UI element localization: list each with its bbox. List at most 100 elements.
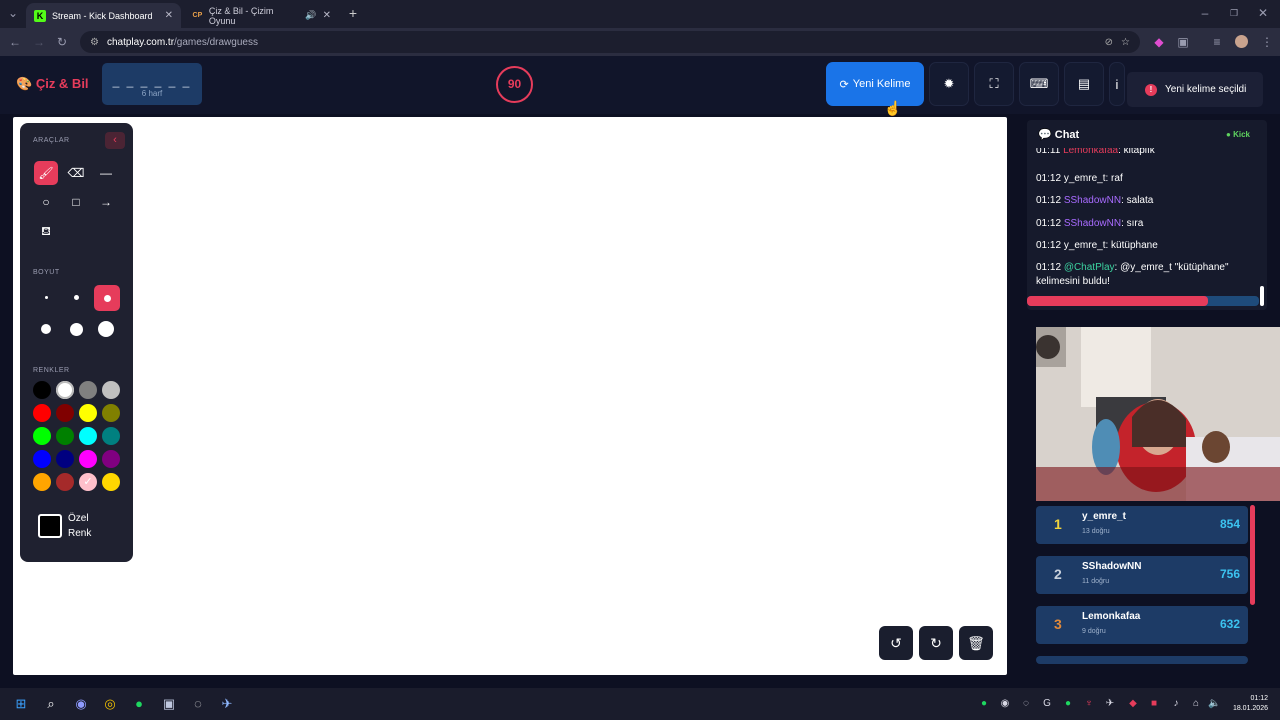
extensions-puzzle-icon[interactable]: ▣ bbox=[1174, 33, 1192, 51]
window-close-icon[interactable]: ✕ bbox=[1254, 4, 1272, 22]
tab-ciz-bil[interactable]: CP Çiz & Bil - Çizim Oyunu 🔊 ✕ bbox=[184, 3, 339, 28]
forward-icon[interactable]: → bbox=[30, 33, 48, 51]
back-icon[interactable]: ← bbox=[6, 33, 24, 51]
bookmark-star-icon[interactable]: ☆ bbox=[1121, 37, 1130, 48]
close-tab-icon[interactable]: ✕ bbox=[165, 10, 173, 21]
color-swatch[interactable] bbox=[102, 427, 120, 445]
message-text: : sıra bbox=[1121, 218, 1144, 229]
size-option-1[interactable] bbox=[34, 285, 58, 309]
arrow-tool-button[interactable]: → bbox=[94, 190, 118, 214]
drawing-canvas[interactable] bbox=[13, 117, 1007, 675]
message-user[interactable]: SShadowNN bbox=[1064, 195, 1121, 206]
size-option-5[interactable] bbox=[64, 317, 88, 341]
volume-icon[interactable]: 🔈 bbox=[1208, 698, 1220, 710]
discord-tray-icon[interactable]: ◉ bbox=[999, 698, 1011, 710]
size-option-3[interactable] bbox=[94, 285, 120, 311]
circle-tool-button[interactable]: ○ bbox=[34, 190, 58, 214]
color-swatch[interactable] bbox=[79, 404, 97, 422]
media-icon[interactable]: ≡ bbox=[1208, 33, 1226, 51]
collapse-panel-button[interactable]: ‹ bbox=[105, 132, 125, 149]
color-swatch[interactable] bbox=[102, 450, 120, 468]
tray-app-icon[interactable]: G bbox=[1041, 698, 1053, 710]
player-correct-count: 11 doğru bbox=[1082, 578, 1110, 585]
color-swatch[interactable] bbox=[33, 427, 51, 445]
color-swatch[interactable] bbox=[33, 450, 51, 468]
color-swatch[interactable] bbox=[79, 381, 97, 399]
mic-tray-icon[interactable]: ♆ bbox=[1083, 698, 1095, 710]
close-tab-icon[interactable]: ✕ bbox=[323, 10, 331, 21]
chat-scrollbar[interactable] bbox=[1260, 286, 1264, 306]
message-user[interactable]: Lemonkafaa bbox=[1063, 148, 1118, 156]
color-swatch[interactable] bbox=[102, 473, 120, 491]
undo-button[interactable]: ↺ bbox=[879, 626, 913, 660]
fullscreen-button[interactable]: ⛶ bbox=[974, 62, 1014, 106]
settings-button[interactable]: ✹ bbox=[929, 62, 969, 106]
color-swatch[interactable] bbox=[33, 381, 51, 399]
obs-icon[interactable]: ◌ bbox=[189, 695, 207, 713]
profile-avatar[interactable] bbox=[1234, 35, 1248, 48]
chrome-icon[interactable]: ◎ bbox=[101, 695, 119, 713]
color-swatch[interactable] bbox=[79, 427, 97, 445]
rank-number: 3 bbox=[1054, 616, 1062, 632]
discord-icon[interactable]: ◉ bbox=[72, 695, 90, 713]
brush-tool-button[interactable]: 🖌 bbox=[34, 161, 58, 185]
spotify-icon[interactable]: ● bbox=[130, 695, 148, 713]
color-swatch[interactable] bbox=[56, 381, 74, 399]
reload-icon[interactable]: ↻ bbox=[53, 33, 71, 51]
eraser-tool-button[interactable]: ⌫ bbox=[64, 161, 88, 185]
clear-canvas-button[interactable]: 🗑 bbox=[959, 626, 993, 660]
minimize-icon[interactable]: – bbox=[1196, 4, 1214, 22]
color-swatch[interactable]: ✓ bbox=[79, 473, 97, 491]
custom-color-button[interactable]: Özel Renk bbox=[38, 506, 118, 546]
tray-app-red-icon[interactable]: ◆ bbox=[1127, 698, 1139, 710]
color-swatch[interactable] bbox=[56, 473, 74, 491]
system-clock[interactable]: 01:12 18.01.2026 bbox=[1228, 694, 1268, 714]
address-bar[interactable]: ⚙ chatplay.com.tr/games/drawguess ⊘ ☆ bbox=[80, 31, 1140, 53]
line-tool-button[interactable]: — bbox=[94, 161, 118, 185]
color-swatch[interactable] bbox=[102, 381, 120, 399]
message-user[interactable]: SShadowNN bbox=[1064, 218, 1121, 229]
whatsapp-tray-icon[interactable]: ● bbox=[978, 698, 990, 710]
menu-kebab-icon[interactable]: ⋮ bbox=[1258, 33, 1276, 51]
url-path: /games/drawguess bbox=[174, 36, 258, 48]
microphone-icon[interactable]: ♪ bbox=[1170, 698, 1182, 710]
color-swatch[interactable] bbox=[33, 404, 51, 422]
fill-tool-button[interactable]: ⛾ bbox=[34, 220, 58, 244]
extension-icon[interactable]: ◆ bbox=[1150, 33, 1168, 51]
color-swatch[interactable] bbox=[56, 404, 74, 422]
keyboard-button[interactable]: ⌨ bbox=[1019, 62, 1059, 106]
archive-button[interactable]: ▤ bbox=[1064, 62, 1104, 106]
color-swatch[interactable] bbox=[33, 473, 51, 491]
color-swatch[interactable] bbox=[79, 450, 97, 468]
maximize-icon[interactable]: ❐ bbox=[1225, 4, 1243, 22]
steam-icon[interactable]: ✈ bbox=[218, 695, 236, 713]
obs-tray-icon[interactable]: ◌ bbox=[1020, 698, 1032, 710]
leaderboard-scrollbar[interactable] bbox=[1250, 505, 1255, 605]
windows-start-icon[interactable]: ⊞ bbox=[12, 695, 30, 713]
new-word-label: Yeni Kelime bbox=[852, 78, 911, 90]
site-info-icon[interactable]: ⚙ bbox=[90, 37, 99, 48]
tab-kick-dashboard[interactable]: K Stream - Kick Dashboard ✕ bbox=[26, 3, 181, 28]
new-word-button[interactable]: ⟳ Yeni Kelime bbox=[826, 62, 924, 106]
message-user[interactable]: y_emre_t bbox=[1064, 173, 1106, 184]
network-icon[interactable]: ⌂ bbox=[1190, 698, 1202, 710]
steam-tray-icon[interactable]: ✈ bbox=[1104, 698, 1116, 710]
color-swatch[interactable] bbox=[102, 404, 120, 422]
size-option-2[interactable] bbox=[64, 285, 88, 309]
record-tray-icon[interactable]: ■ bbox=[1148, 698, 1160, 710]
search-icon[interactable]: ⌕ bbox=[42, 695, 60, 713]
tracking-icon[interactable]: ⊘ bbox=[1105, 37, 1113, 48]
tab-list-icon[interactable]: ⌄ bbox=[4, 4, 22, 22]
new-tab-icon[interactable]: + bbox=[344, 4, 362, 22]
info-button[interactable]: i bbox=[1109, 62, 1125, 106]
color-swatch[interactable] bbox=[56, 427, 74, 445]
size-option-6[interactable] bbox=[94, 317, 118, 341]
color-swatch[interactable] bbox=[56, 450, 74, 468]
app-window-icon[interactable]: ▣ bbox=[160, 695, 178, 713]
size-option-4[interactable] bbox=[34, 317, 58, 341]
redo-button[interactable]: ↻ bbox=[919, 626, 953, 660]
message-user[interactable]: @ChatPlay bbox=[1064, 262, 1115, 273]
spotify-tray-icon[interactable]: ● bbox=[1062, 698, 1074, 710]
rectangle-tool-button[interactable]: □ bbox=[64, 190, 88, 214]
message-user[interactable]: y_emre_t bbox=[1064, 240, 1106, 251]
